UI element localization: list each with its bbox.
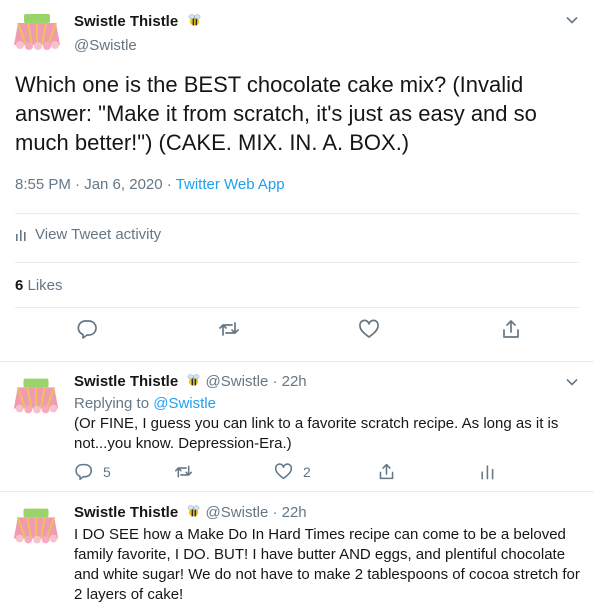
reply-time[interactable]: · 22h [268,504,306,521]
timestamp-text[interactable]: 8:55 PM · Jan 6, 2020 · [15,176,176,193]
tutu-avatar-image [10,5,64,59]
bee-emoji-icon [186,373,201,392]
display-name[interactable]: Swistle Thistle [74,504,178,521]
like-icon[interactable] [358,318,380,340]
reply-tweet[interactable]: Swistle Thistle @Swistle · 22h Replying … [0,362,594,492]
bee-emoji-icon [186,504,201,523]
avatar[interactable] [10,5,64,59]
like-count: 2 [303,463,311,480]
reply-header: Swistle Thistle @Swistle · 22h [74,373,307,392]
tweet-source-link[interactable]: Twitter Web App [176,176,285,193]
avatar[interactable] [10,500,62,552]
retweet-icon [174,465,193,478]
view-tweet-activity-link[interactable]: View Tweet activity [15,226,161,243]
tutu-avatar-image [10,500,62,552]
reply-actions: 5 2 [74,462,574,484]
share-icon [379,463,394,480]
reply-icon [75,463,93,481]
avatar[interactable] [10,370,62,422]
handle[interactable]: @Swistle [206,373,269,390]
analytics-button[interactable] [478,462,497,481]
share-button[interactable] [377,462,396,481]
likes-label: Likes [23,277,63,294]
replying-to-mention-link[interactable]: @Swistle [153,395,216,412]
tweet-actions [0,318,594,350]
reply-text: I DO SEE how a Make Do In Hard Times rec… [74,526,580,603]
display-name[interactable]: Swistle Thistle [74,13,178,30]
reply-button[interactable]: 5 [74,462,111,481]
like-button[interactable]: 2 [274,462,311,481]
bar-chart-icon [16,229,26,241]
reply-tweet[interactable]: Swistle Thistle @Swistle · 22h I DO SEE … [0,492,594,611]
display-name[interactable]: Swistle Thistle [74,373,178,390]
reply-count: 5 [103,463,111,480]
replying-to: Replying to @Swistle [74,395,216,412]
activity-label[interactable]: View Tweet activity [35,226,161,243]
replying-prefix: Replying to [74,395,154,412]
handle[interactable]: @Swistle [74,37,137,54]
divider [15,213,579,214]
reply-icon[interactable] [76,318,98,340]
likes-count-link[interactable]: 6 Likes [15,277,63,294]
divider [15,262,579,263]
main-tweet: Swistle Thistle @Swistle Which one is th… [0,0,594,362]
reply-header: Swistle Thistle @Swistle · 22h [74,504,307,523]
tutu-avatar-image [10,370,62,422]
tweet-timestamp: 8:55 PM · Jan 6, 2020 · Twitter Web App [15,176,285,193]
reply-text: (Or FINE, I guess you can link to a favo… [74,415,559,452]
chevron-down-icon[interactable] [564,374,580,390]
retweet-button[interactable] [174,462,203,481]
share-icon[interactable] [500,318,522,340]
divider [15,307,579,308]
tweet-text: Which one is the BEST chocolate cake mix… [15,72,537,155]
reply-time[interactable]: · 22h [268,373,306,390]
handle[interactable]: @Swistle [206,504,269,521]
chevron-down-icon[interactable] [564,12,580,28]
like-icon [274,463,293,480]
display-name-row[interactable]: Swistle Thistle [74,13,202,33]
retweet-icon[interactable] [218,318,240,340]
bee-emoji-icon [187,13,202,33]
analytics-icon [481,465,494,480]
